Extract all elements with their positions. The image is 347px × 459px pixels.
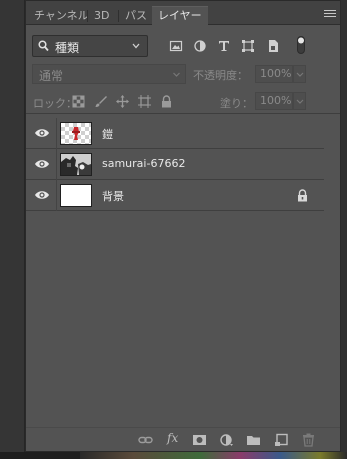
- shape-layer-filter-icon[interactable]: [241, 39, 255, 53]
- add-mask-icon[interactable]: [192, 433, 207, 447]
- trash-icon[interactable]: [301, 433, 316, 447]
- lock-transparent-pixels-icon[interactable]: [72, 95, 85, 108]
- panel-menu-icon[interactable]: [324, 10, 336, 18]
- layer-row-background[interactable]: 背景: [26, 180, 324, 211]
- tab-3d[interactable]: 3D: [88, 7, 115, 25]
- search-icon: [38, 40, 49, 52]
- blend-mode-select[interactable]: 通常: [32, 64, 186, 84]
- eye-icon[interactable]: [34, 189, 50, 201]
- chevron-down-icon: [296, 99, 304, 104]
- layer-thumbnail: [60, 122, 92, 145]
- layer-row-armor[interactable]: 鎧: [26, 118, 324, 149]
- eye-icon[interactable]: [34, 158, 50, 170]
- opacity-slider-toggle[interactable]: [293, 65, 306, 83]
- fill-slider-toggle[interactable]: [293, 92, 306, 110]
- canvas-image-edge: [80, 452, 347, 459]
- layers-panel: チャンネル 3D パス レイヤー 種類 通常 不透明度： 100% ロック： 塗…: [25, 0, 341, 452]
- left-dock-strip: [0, 0, 25, 459]
- filter-kind-label: 種類: [55, 41, 80, 55]
- pixel-layer-filter-icon[interactable]: [169, 39, 183, 53]
- fx-icon[interactable]: fx: [167, 431, 178, 445]
- smart-object-filter-icon[interactable]: [266, 39, 280, 53]
- layer-list: 鎧 samurai-67662 背景: [26, 118, 324, 211]
- blend-row: 通常 不透明度： 100%: [26, 63, 340, 87]
- filter-kind-select[interactable]: 種類: [32, 35, 148, 57]
- new-adjustment-layer-icon[interactable]: [219, 433, 234, 447]
- adjustment-layer-filter-icon[interactable]: [193, 39, 207, 53]
- lock-icon[interactable]: [297, 189, 308, 202]
- right-dock-strip: [341, 0, 347, 459]
- lock-label: ロック：: [33, 97, 77, 110]
- layers-footer-toolbar: fx: [26, 427, 340, 451]
- type-layer-filter-icon[interactable]: [217, 39, 231, 53]
- column-divider: [56, 180, 57, 211]
- layer-thumbnail: [60, 184, 92, 207]
- layer-thumbnail: [60, 153, 92, 176]
- canvas-peek-strip: [0, 452, 347, 459]
- new-layer-icon[interactable]: [274, 433, 289, 447]
- layer-name: samurai-67662: [102, 157, 186, 170]
- layer-name: 鎧: [102, 128, 113, 141]
- chevron-down-icon: [173, 72, 180, 77]
- blend-mode-value: 通常: [39, 69, 64, 83]
- lock-row: ロック： 塗り： 100%: [26, 90, 340, 114]
- fill-label: 塗り：: [220, 97, 253, 110]
- eye-icon[interactable]: [34, 127, 50, 139]
- lock-artboard-icon[interactable]: [138, 95, 151, 108]
- layer-name: 背景: [102, 190, 124, 203]
- column-divider: [56, 118, 57, 149]
- filter-toggle-icon[interactable]: [297, 36, 305, 54]
- fill-input[interactable]: 100%: [255, 92, 293, 110]
- lock-all-icon[interactable]: [160, 95, 173, 108]
- lock-image-pixels-icon[interactable]: [94, 95, 107, 108]
- layer-row-samurai[interactable]: samurai-67662: [26, 149, 324, 180]
- tab-channels[interactable]: チャンネル: [28, 7, 95, 25]
- new-group-icon[interactable]: [246, 433, 261, 447]
- tab-paths[interactable]: パス: [119, 7, 153, 25]
- opacity-label: 不透明度：: [193, 69, 248, 82]
- layer-filter-row: 種類: [26, 29, 340, 63]
- opacity-input[interactable]: 100%: [255, 65, 293, 83]
- lock-position-icon[interactable]: [116, 95, 129, 108]
- tab-layers[interactable]: レイヤー: [152, 6, 208, 26]
- panel-tab-bar: チャンネル 3D パス レイヤー: [26, 1, 340, 26]
- link-layers-icon[interactable]: [138, 433, 153, 447]
- chevron-down-icon: [132, 43, 140, 49]
- column-divider: [56, 149, 57, 180]
- chevron-down-icon: [296, 72, 304, 77]
